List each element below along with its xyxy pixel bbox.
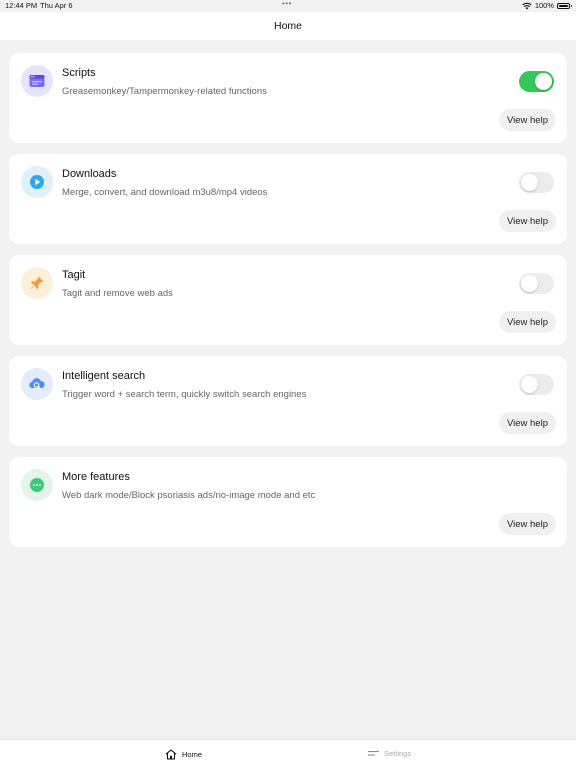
view-help-button[interactable]: View help	[498, 412, 556, 434]
status-right: 100%	[522, 1, 572, 10]
settings-lines-icon	[368, 751, 379, 756]
battery-icon	[557, 2, 572, 9]
status-time: 12:44 PM	[5, 1, 38, 10]
tab-bar: Home Settings	[0, 739, 576, 768]
scripts-toggle[interactable]	[519, 71, 554, 92]
card-description: Web dark mode/Block psoriasis ads/no-ima…	[62, 490, 316, 501]
view-help-button[interactable]: View help	[498, 513, 556, 535]
tab-home[interactable]: Home	[165, 749, 202, 760]
card-scripts: Scripts Greasemonkey/Tampermonkey-relate…	[9, 53, 567, 143]
wifi-icon	[522, 2, 532, 9]
tab-home-label: Home	[182, 750, 203, 759]
cloud-search-icon	[21, 368, 53, 400]
page-title: Home	[273, 20, 302, 32]
battery-percent: 100%	[534, 1, 554, 10]
intelligent-search-toggle[interactable]	[519, 374, 554, 395]
tab-settings[interactable]: Settings	[368, 749, 411, 758]
status-bar: 12:44 PM Thu Apr 6 ••• 100%	[0, 0, 576, 12]
card-title: Downloads	[62, 168, 117, 180]
card-description: Greasemonkey/Tampermonkey-related functi…	[62, 86, 267, 97]
home-icon	[165, 749, 177, 760]
card-title: Tagit	[62, 269, 86, 281]
card-intelligent-search: Intelligent search Trigger word + search…	[9, 356, 567, 446]
view-help-button[interactable]: View help	[498, 109, 556, 131]
card-description: Trigger word + search term, quickly swit…	[62, 389, 307, 400]
card-downloads: Downloads Merge, convert, and download m…	[9, 154, 567, 244]
card-description: Merge, convert, and download m3u8/mp4 vi…	[62, 187, 268, 198]
card-description: Tagit and remove web ads	[62, 288, 173, 299]
more-dots-icon	[21, 469, 53, 501]
view-help-button[interactable]: View help	[498, 311, 556, 333]
card-title: More features	[62, 471, 130, 483]
status-date: Thu Apr 6	[40, 1, 73, 10]
card-more-features: More features Web dark mode/Block psoria…	[9, 457, 567, 547]
tab-settings-label: Settings	[384, 749, 412, 758]
navigation-bar: Home	[0, 12, 576, 40]
tagit-toggle[interactable]	[519, 273, 554, 294]
browser-window-icon	[21, 65, 53, 97]
play-icon	[21, 166, 53, 198]
card-tagit: Tagit Tagit and remove web ads View help	[9, 255, 567, 345]
card-title: Scripts	[62, 67, 96, 79]
downloads-toggle[interactable]	[519, 172, 554, 193]
card-title: Intelligent search	[62, 370, 146, 382]
pin-icon	[21, 267, 53, 299]
multitasking-dots[interactable]: •••	[282, 0, 292, 8]
view-help-button[interactable]: View help	[498, 210, 556, 232]
